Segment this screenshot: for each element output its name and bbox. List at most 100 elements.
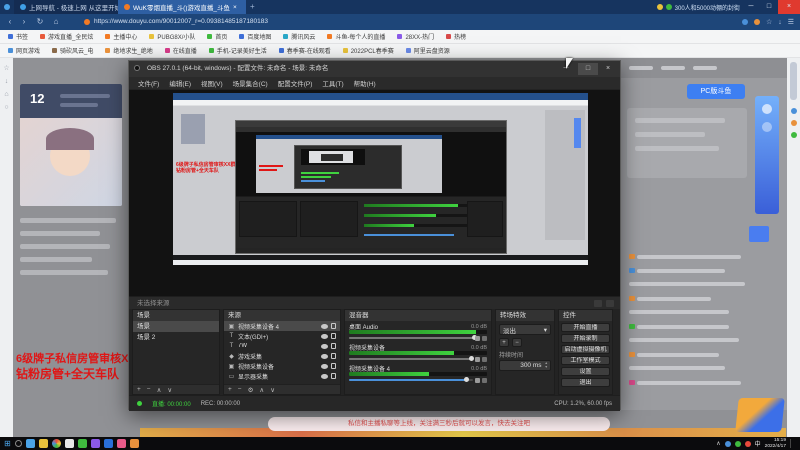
extension-icon[interactable] <box>656 4 663 10</box>
browser-logo-icon[interactable] <box>4 4 10 10</box>
start-button[interactable]: ⊞ <box>4 439 11 448</box>
notification-center-icon[interactable] <box>790 439 796 448</box>
bookmark-item[interactable]: 春季赛-在线观看 <box>278 46 331 55</box>
menu-help[interactable]: 帮助(H) <box>349 78 381 88</box>
volume-slider[interactable] <box>349 376 487 384</box>
address-bar[interactable]: https://www.douyu.com/90012007_r=0.09381… <box>94 14 268 30</box>
channel-settings-icon[interactable] <box>482 378 487 383</box>
context-tool-icon[interactable] <box>606 300 614 307</box>
tab-nav-home[interactable]: 上网导航 - 极速上网 从这里开始 <box>14 0 118 14</box>
download-icon[interactable]: ↓ <box>778 19 782 26</box>
pc-douyu-button[interactable]: PC版斗鱼 <box>687 84 745 99</box>
follow-notice-bar[interactable]: 私信和主播私聊等上线，关注满三秒后就可以发言，快去关注吧 <box>268 417 610 431</box>
chat-tab[interactable] <box>661 66 685 70</box>
taskbar-app-icon[interactable] <box>116 439 126 448</box>
activity-banner[interactable] <box>755 96 779 214</box>
back-icon[interactable]: ‹ <box>4 14 16 30</box>
lock-icon[interactable] <box>331 343 336 349</box>
visibility-icon[interactable] <box>321 373 328 379</box>
visibility-icon[interactable] <box>321 343 328 349</box>
speaker-icon[interactable] <box>475 378 480 383</box>
context-tool-icon[interactable] <box>594 300 602 307</box>
window-maximize-button[interactable]: □ <box>760 0 778 14</box>
lock-icon[interactable] <box>331 353 336 359</box>
speaker-icon[interactable] <box>475 357 480 362</box>
menu-file[interactable]: 文件(F) <box>133 78 164 88</box>
channel-settings-icon[interactable] <box>482 336 487 341</box>
sidebar-search-icon[interactable]: ○ <box>0 104 13 111</box>
tab-close-icon[interactable]: × <box>233 4 237 11</box>
lock-icon[interactable] <box>331 363 336 369</box>
scrollbar-thumb[interactable] <box>790 62 797 100</box>
source-properties-icon[interactable]: ⚙ <box>248 386 254 394</box>
extension-icon[interactable] <box>741 19 748 25</box>
bookmark-item[interactable]: 绝地求生_绝地 <box>105 46 153 55</box>
sidebar-download-icon[interactable]: ↓ <box>0 78 13 85</box>
menu-icon[interactable]: ☰ <box>788 18 794 26</box>
source-up-button[interactable]: ∧ <box>259 386 264 394</box>
extension-icon[interactable] <box>753 19 760 25</box>
menu-edit[interactable]: 编辑(E) <box>164 78 196 88</box>
taskbar-app-icon[interactable] <box>103 439 113 448</box>
taskbar-app-icon[interactable] <box>64 439 74 448</box>
taskbar-chrome-icon[interactable] <box>51 439 61 448</box>
channel-settings-icon[interactable] <box>482 357 487 362</box>
remove-source-button[interactable]: − <box>238 386 242 393</box>
bookmark-item[interactable]: 28XX-热门 <box>397 32 434 41</box>
speaker-icon[interactable] <box>475 336 480 341</box>
tray-expand-icon[interactable]: ∧ <box>716 440 720 447</box>
bookmark-item[interactable]: PUBG8X/小队 <box>149 32 195 41</box>
scene-item[interactable]: 场景 <box>133 321 219 332</box>
exit-button[interactable]: 退出 <box>561 378 610 387</box>
bookmark-item[interactable]: 在线直播 <box>164 46 197 55</box>
scene-down-button[interactable]: ∨ <box>167 386 172 394</box>
studio-mode-button[interactable]: 工作室模式 <box>561 356 610 365</box>
start-streaming-button[interactable]: 开始直播 <box>561 323 610 332</box>
visibility-icon[interactable] <box>321 363 328 369</box>
event-badge[interactable] <box>735 398 785 432</box>
menu-profile[interactable]: 配置文件(P) <box>273 78 318 88</box>
source-item[interactable]: ▣ 视频采集设备 4 <box>224 321 340 331</box>
visibility-icon[interactable] <box>321 353 328 359</box>
lock-icon[interactable] <box>331 323 336 329</box>
source-item[interactable]: T 文本(GDI+) <box>224 331 340 341</box>
scene-up-button[interactable]: ∧ <box>157 386 162 394</box>
sidebar-tool-icon[interactable] <box>790 108 797 114</box>
visibility-icon[interactable] <box>321 323 328 329</box>
sidebar-star-icon[interactable]: ☆ <box>0 64 13 72</box>
window-close-button[interactable]: × <box>778 0 800 14</box>
virtual-camera-button[interactable]: 启动虚拟摄像机 <box>561 345 610 354</box>
favorite-star-icon[interactable]: ☆ <box>766 18 772 26</box>
tray-icon[interactable] <box>724 440 731 447</box>
bookmark-item[interactable]: 阿里云盘资源 <box>405 46 450 55</box>
bookmark-item[interactable]: 主播中心 <box>105 32 137 41</box>
bookmark-item[interactable]: 热榜 <box>446 32 466 41</box>
refresh-icon[interactable]: ↻ <box>34 14 46 30</box>
remove-scene-button[interactable]: − <box>147 386 151 393</box>
taskbar-folder-icon[interactable] <box>38 439 48 448</box>
sidebar-home-icon[interactable]: ⌂ <box>0 91 13 98</box>
remove-transition-button[interactable]: − <box>512 338 522 347</box>
add-scene-button[interactable]: + <box>137 386 141 393</box>
bookmark-item[interactable]: 斗鱼-每个人的直播 <box>327 32 385 41</box>
taskbar-app-icon[interactable] <box>77 439 87 448</box>
taskbar-app-icon[interactable] <box>90 439 100 448</box>
home-icon[interactable]: ⌂ <box>50 14 62 30</box>
chat-tab[interactable] <box>693 66 717 70</box>
taskbar-clock[interactable]: 15:19 2022/4/17 <box>765 438 786 449</box>
bookmark-item[interactable]: 游戏直播_全民炫 <box>40 32 93 41</box>
bookmark-item[interactable]: 2022PCL春季赛 <box>342 46 394 55</box>
scene-item[interactable]: 场景 2 <box>133 332 219 343</box>
volume-slider[interactable] <box>349 334 487 342</box>
taskbar-app-icon[interactable] <box>129 439 139 448</box>
bookmark-item[interactable]: 首页 <box>207 32 227 41</box>
bookmark-item[interactable]: 手机-记录美好生活 <box>208 46 267 55</box>
source-down-button[interactable]: ∨ <box>270 386 275 394</box>
ime-indicator[interactable]: 中 <box>755 439 761 448</box>
menu-tools[interactable]: 工具(T) <box>317 78 348 88</box>
promo-banner[interactable] <box>627 108 747 178</box>
bookmark-item[interactable]: 网页游戏 <box>8 46 40 55</box>
obs-title-bar[interactable]: OBS 27.0.1 (64-bit, windows) - 配置文件: 未命名… <box>129 61 620 77</box>
bookmark-item[interactable]: 骑砍风云_电 <box>52 46 93 55</box>
obs-maximize-button[interactable]: □ <box>578 63 598 75</box>
